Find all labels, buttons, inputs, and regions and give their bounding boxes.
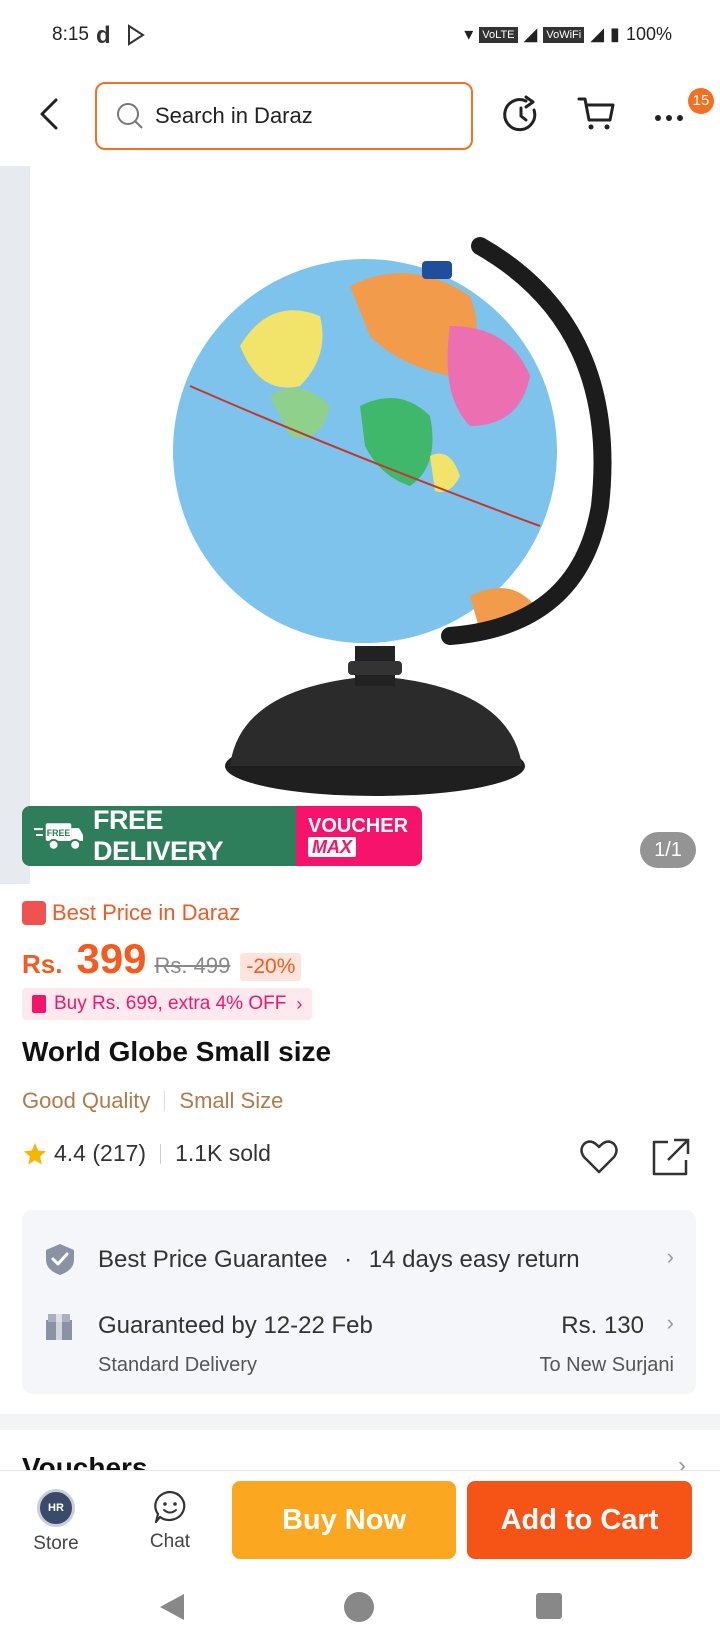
bottom-action-bar: HR Store Chat Buy Now Add to Cart bbox=[0, 1470, 720, 1570]
voucher-max-label: MAX bbox=[308, 837, 356, 857]
delivery-guarantee: Guaranteed by 12-22 Feb bbox=[98, 1312, 373, 1339]
volte-badge: VoLTE bbox=[479, 26, 518, 43]
store-button[interactable]: HR Store bbox=[20, 1489, 92, 1555]
tag-small-size: Small Size bbox=[179, 1088, 284, 1113]
battery-level: 100% bbox=[625, 24, 672, 44]
image-page-indicator: 1/1 bbox=[640, 832, 696, 868]
shield-check-icon bbox=[46, 1244, 74, 1275]
service-card: Best Price Guarantee · 14 days easy retu… bbox=[22, 1210, 696, 1394]
chevron-right-icon: › bbox=[296, 993, 303, 1014]
rating-divider bbox=[160, 1143, 162, 1164]
wishlist-heart-icon[interactable] bbox=[578, 1136, 620, 1178]
system-back-icon[interactable] bbox=[158, 1592, 186, 1622]
add-to-cart-button[interactable]: Add to Cart bbox=[467, 1481, 692, 1559]
delivery-row[interactable]: Guaranteed by 12-22 Feb Standard Deliver… bbox=[22, 1300, 696, 1390]
search-placeholder: Search in Daraz bbox=[155, 103, 313, 128]
price-currency: Rs. bbox=[22, 949, 63, 979]
product-image-globe bbox=[173, 237, 612, 796]
section-divider bbox=[0, 1414, 720, 1430]
rating-value[interactable]: 4.4 (217) bbox=[54, 1140, 146, 1167]
wifi-icon: ▾ bbox=[464, 24, 474, 44]
status-bar: 8:15 d ▾ VoLTE ◢ VoWiFi ◢ ▮ 100% bbox=[0, 0, 720, 72]
gallery-edge bbox=[0, 166, 30, 884]
product-image-gallery[interactable]: FREE FREE DELIVERY VOUCHER MAX 1/1 bbox=[0, 166, 720, 884]
delivery-destination: To New Surjani bbox=[539, 1354, 674, 1376]
product-title: World Globe Small size bbox=[22, 1036, 332, 1067]
chat-label: Chat bbox=[149, 1531, 191, 1552]
status-indicators: ▾ VoLTE ◢ VoWiFi ◢ ▮ 100% bbox=[464, 24, 672, 45]
play-store-icon bbox=[128, 24, 145, 46]
offer-text: Buy Rs. 699, extra 4% OFF bbox=[54, 993, 287, 1014]
promo-banner: FREE FREE DELIVERY VOUCHER MAX bbox=[22, 806, 422, 866]
guarantee-text: Best Price Guarantee · 14 days easy retu… bbox=[98, 1246, 580, 1274]
store-label: Store bbox=[33, 1533, 79, 1554]
chevron-right-icon: › bbox=[666, 1310, 674, 1335]
free-delivery-badge: FREE FREE DELIVERY bbox=[22, 806, 296, 866]
guarantee-row[interactable]: Best Price Guarantee · 14 days easy retu… bbox=[22, 1230, 696, 1290]
battery-icon: ▮ bbox=[610, 24, 620, 44]
original-price: Rs. 499 bbox=[154, 953, 231, 978]
extra-discount-offer[interactable]: Buy Rs. 699, extra 4% OFF › bbox=[22, 988, 313, 1020]
delivery-fee: Rs. 130 bbox=[561, 1312, 644, 1339]
vowifi-badge: VoWiFi bbox=[543, 26, 585, 43]
system-recents-icon[interactable] bbox=[536, 1593, 562, 1619]
discount-badge: -20% bbox=[240, 953, 302, 981]
back-arrow-icon[interactable] bbox=[30, 94, 70, 134]
notification-badge: 15 bbox=[688, 88, 714, 114]
chat-button[interactable]: Chat bbox=[134, 1489, 206, 1553]
best-price-label: Best Price in Daraz bbox=[22, 900, 240, 926]
daraz-notification-icon: d bbox=[96, 22, 111, 49]
signal-icon-2: ◢ bbox=[590, 24, 605, 44]
status-time: 8:15 bbox=[52, 24, 89, 45]
search-icon bbox=[117, 103, 143, 129]
delivery-type: Standard Delivery bbox=[98, 1354, 257, 1376]
tag-good-quality: Good Quality bbox=[22, 1088, 151, 1113]
voucher-label: VOUCHER bbox=[308, 815, 409, 837]
voucher-icon bbox=[32, 995, 46, 1013]
best-price-text: Best Price in Daraz bbox=[52, 900, 241, 925]
tag-divider bbox=[164, 1091, 166, 1111]
top-bar: Search in Daraz 15 bbox=[0, 72, 720, 164]
product-tags: Good Quality Small Size bbox=[22, 1088, 283, 1114]
free-tag: FREE bbox=[47, 828, 71, 838]
star-icon bbox=[24, 1142, 46, 1164]
share-icon[interactable] bbox=[650, 1136, 692, 1178]
free-delivery-label: FREE DELIVERY bbox=[92, 806, 224, 866]
best-price-guarantee: Best Price Guarantee bbox=[98, 1246, 328, 1273]
chevron-right-icon: › bbox=[666, 1244, 674, 1269]
chat-icon bbox=[154, 1490, 186, 1524]
best-price-icon bbox=[22, 901, 46, 925]
history-icon[interactable] bbox=[500, 94, 542, 136]
current-price: 399 bbox=[76, 935, 147, 982]
more-options-icon[interactable] bbox=[650, 94, 692, 136]
signal-icon: ◢ bbox=[523, 24, 538, 44]
buy-now-button[interactable]: Buy Now bbox=[232, 1481, 456, 1559]
voucher-max-badge: VOUCHER MAX bbox=[296, 806, 422, 866]
search-input[interactable]: Search in Daraz bbox=[95, 82, 473, 150]
sold-count: 1.1K sold bbox=[175, 1140, 271, 1166]
system-navigation-bar bbox=[0, 1570, 720, 1650]
rating-row: 4.4 (217) 1.1K sold bbox=[22, 1140, 271, 1167]
easy-return: 14 days easy return bbox=[368, 1246, 580, 1273]
guarantee-separator: · bbox=[344, 1246, 353, 1273]
system-home-icon[interactable] bbox=[344, 1592, 374, 1622]
store-avatar: HR bbox=[37, 1489, 75, 1527]
cart-icon[interactable] bbox=[576, 92, 618, 134]
package-icon bbox=[46, 1314, 72, 1340]
delivery-truck-icon: FREE bbox=[34, 823, 84, 851]
price-row: Rs. 399 Rs. 499 -20% bbox=[22, 935, 302, 983]
